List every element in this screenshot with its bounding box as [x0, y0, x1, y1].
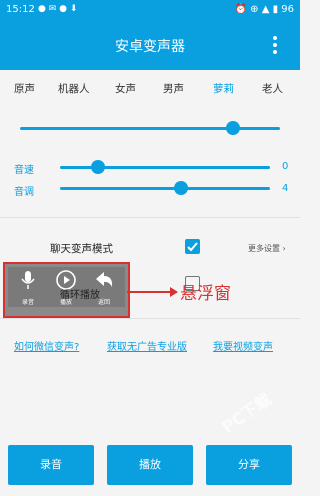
status-notifications: ● ✉ ● ⬇ — [38, 4, 78, 14]
loop-playback-label: 循环播放 — [60, 290, 100, 301]
annotation-arrow-head — [170, 287, 178, 297]
tab-original[interactable]: 原声 — [14, 81, 35, 96]
speed-slider-knob[interactable] — [91, 160, 105, 174]
wechat-voice-link[interactable]: 如何微信变声? — [14, 338, 79, 353]
float-record-caption: 录音 — [21, 299, 34, 306]
tone-label: 音调 — [14, 187, 34, 198]
floating-window-annotation: 悬浮窗 — [180, 284, 231, 304]
tab-robot[interactable]: 机器人 — [58, 81, 90, 96]
speed-label: 音速 — [14, 165, 34, 176]
app-bar: 安卓变声器 — [0, 20, 300, 70]
links-divider — [0, 318, 300, 319]
tab-elder[interactable]: 老人 — [262, 81, 283, 96]
app-title: 安卓变声器 — [115, 39, 185, 55]
voice-tabs: 原声 机器人 女声 男声 萝莉 老人 — [0, 78, 300, 98]
chat-mode-label: 聊天变声模式 — [50, 243, 113, 255]
tone-value: 4 — [282, 183, 289, 194]
chat-mode-checkbox[interactable] — [185, 239, 200, 254]
microphone-icon — [21, 271, 35, 289]
status-indicators: ⏰ ⊕ ▲ ▮ 96 — [234, 4, 294, 15]
float-record-button[interactable]: 录音 — [10, 269, 46, 306]
check-icon — [187, 242, 198, 252]
pro-version-link[interactable]: 获取无广告专业版 — [107, 338, 187, 353]
annotation-arrow-line — [127, 291, 172, 293]
speed-value: 0 — [282, 161, 289, 172]
share-button[interactable]: 分享 — [206, 445, 292, 485]
voice-slider-knob[interactable] — [226, 121, 240, 135]
voice-slider-track[interactable] — [20, 127, 280, 130]
record-button[interactable]: 录音 — [8, 445, 94, 485]
play-button[interactable]: 播放 — [107, 445, 193, 485]
tab-male[interactable]: 男声 — [163, 81, 184, 96]
status-bar: 15:12 ● ✉ ● ⬇ ⏰ ⊕ ▲ ▮ 96 — [0, 0, 300, 20]
overflow-menu-icon[interactable] — [272, 36, 278, 56]
section-divider — [0, 217, 300, 218]
video-voice-link[interactable]: 我要视频变声 — [213, 338, 273, 353]
watermark: PC下载 — [218, 389, 275, 437]
tab-loli[interactable]: 萝莉 — [213, 81, 234, 96]
more-settings-link[interactable]: 更多设置 › — [248, 243, 286, 254]
tab-female[interactable]: 女声 — [115, 81, 136, 96]
tone-slider-knob[interactable] — [174, 181, 188, 195]
status-time: 15:12 — [6, 4, 35, 15]
tone-slider-track[interactable] — [60, 187, 270, 190]
